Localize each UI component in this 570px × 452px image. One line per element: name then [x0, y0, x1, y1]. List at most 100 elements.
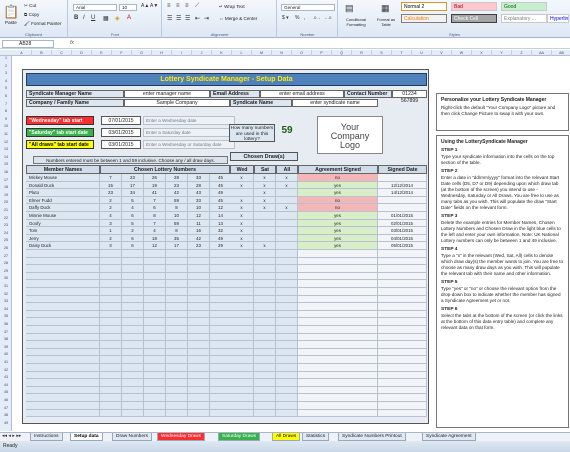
- number-cell[interactable]: [100, 348, 122, 357]
- agreement-cell[interactable]: yes: [298, 189, 378, 197]
- row-header[interactable]: 42: [0, 368, 12, 372]
- worksheet[interactable]: Lottery Syndicate Manager - Setup Data S…: [12, 56, 570, 431]
- wed-cell[interactable]: [230, 348, 254, 357]
- number-cell[interactable]: [188, 371, 210, 380]
- number-cell[interactable]: [166, 356, 188, 364]
- number-cell[interactable]: 10: [166, 212, 188, 220]
- sat-cell[interactable]: [254, 303, 276, 311]
- sat-cell[interactable]: [254, 265, 276, 273]
- tab-setup-data[interactable]: Setup data: [70, 433, 103, 441]
- wrap-text-button[interactable]: ↵ Wrap Text: [219, 4, 245, 10]
- paste-icon[interactable]: 📋: [3, 4, 19, 20]
- row-header[interactable]: 45: [0, 390, 12, 394]
- cell-style-6[interactable]: Hyperlin: [547, 14, 569, 23]
- wed-cell[interactable]: [230, 394, 254, 402]
- member-name-cell[interactable]: Jerry: [26, 234, 100, 243]
- align-left-icon[interactable]: ☰: [167, 15, 172, 22]
- row-header[interactable]: 48: [0, 413, 12, 417]
- member-name-cell[interactable]: Minnie Mouse: [26, 212, 100, 220]
- cut-button[interactable]: ✂ Cut: [24, 3, 36, 9]
- number-cell[interactable]: [210, 364, 232, 372]
- number-cell[interactable]: 45: [210, 174, 232, 182]
- sat-cell[interactable]: [254, 356, 276, 364]
- row-header[interactable]: 5: [0, 86, 12, 90]
- member-name-cell[interactable]: [26, 318, 100, 326]
- all-cell[interactable]: [276, 303, 298, 311]
- sat-cell[interactable]: [254, 371, 276, 380]
- row-header[interactable]: 34: [0, 307, 12, 311]
- number-cell[interactable]: [188, 386, 210, 395]
- wed-cell[interactable]: [230, 379, 254, 387]
- number-cell[interactable]: [188, 348, 210, 357]
- all-cell[interactable]: [276, 227, 298, 235]
- row-header[interactable]: 29: [0, 269, 12, 273]
- all-cell[interactable]: x: [276, 174, 298, 182]
- number-cell[interactable]: 3: [100, 219, 122, 228]
- borders-icon[interactable]: ▦: [103, 15, 109, 22]
- number-cell[interactable]: [166, 348, 188, 357]
- number-cell[interactable]: 6: [122, 234, 144, 243]
- number-cell[interactable]: 8: [166, 227, 188, 235]
- number-cell[interactable]: 29: [210, 242, 232, 250]
- row-header[interactable]: 24: [0, 231, 12, 235]
- orientation-icon[interactable]: ⟋: [195, 3, 199, 10]
- number-cell[interactable]: [166, 386, 188, 395]
- number-cell[interactable]: [122, 265, 144, 273]
- number-cell[interactable]: 6: [144, 204, 166, 212]
- row-header[interactable]: 39: [0, 345, 12, 349]
- number-cell[interactable]: 17: [166, 242, 188, 250]
- number-cell[interactable]: [166, 280, 188, 288]
- sat-cell[interactable]: x: [254, 189, 276, 197]
- agreement-cell[interactable]: [298, 295, 378, 304]
- member-name-cell[interactable]: Daisy Duck: [26, 242, 100, 250]
- number-cell[interactable]: [166, 341, 188, 349]
- number-cell[interactable]: [166, 250, 188, 258]
- all-cell[interactable]: [276, 272, 298, 281]
- number-cell[interactable]: 35: [166, 234, 188, 243]
- number-cell[interactable]: [122, 341, 144, 349]
- member-name-cell[interactable]: [26, 364, 100, 372]
- wed-cell[interactable]: [230, 257, 254, 266]
- member-name-cell[interactable]: [26, 295, 100, 304]
- all-cell[interactable]: [276, 318, 298, 326]
- paste-button[interactable]: Paste: [5, 20, 17, 25]
- sat-cell[interactable]: [254, 234, 276, 243]
- number-cell[interactable]: [166, 379, 188, 387]
- signed-date-cell[interactable]: [378, 371, 427, 380]
- number-cell[interactable]: [100, 402, 122, 410]
- agreement-cell[interactable]: [298, 318, 378, 326]
- wed-cell[interactable]: [230, 371, 254, 380]
- cell-style-1[interactable]: Bad: [451, 2, 497, 11]
- signed-date-cell[interactable]: [378, 280, 427, 288]
- number-cell[interactable]: 12: [144, 242, 166, 250]
- number-cell[interactable]: [144, 288, 166, 296]
- number-cell[interactable]: [144, 364, 166, 372]
- number-cell[interactable]: 59: [166, 196, 188, 205]
- syndicate-name-field[interactable]: enter syndicate name: [292, 99, 378, 107]
- member-name-cell[interactable]: Pluto: [26, 189, 100, 197]
- number-cell[interactable]: [210, 303, 232, 311]
- wed-cell[interactable]: x: [230, 196, 254, 205]
- number-cell[interactable]: [166, 333, 188, 342]
- sat-cell[interactable]: [254, 333, 276, 342]
- tab-syndicate-numbers-printout[interactable]: Syndicate Numbers Printout: [338, 433, 406, 441]
- signed-date-cell[interactable]: [378, 303, 427, 311]
- agreement-cell[interactable]: [298, 333, 378, 342]
- sat-cell[interactable]: [254, 386, 276, 395]
- row-header[interactable]: 17: [0, 178, 12, 182]
- decrease-decimal-icon[interactable]: ←.0: [324, 15, 331, 20]
- number-cell[interactable]: [166, 371, 188, 380]
- signed-date-cell[interactable]: 04/01/2015: [378, 234, 427, 243]
- font-color-icon[interactable]: A: [127, 15, 131, 21]
- number-cell[interactable]: 49: [210, 189, 232, 197]
- manager-name-field[interactable]: enter manager name: [124, 90, 210, 98]
- signed-date-cell[interactable]: [378, 394, 427, 402]
- row-header[interactable]: 47: [0, 406, 12, 410]
- format-as-table-icon[interactable]: ▦: [381, 3, 390, 14]
- number-cell[interactable]: [210, 409, 232, 418]
- signed-date-cell[interactable]: [378, 272, 427, 281]
- number-cell[interactable]: 49: [210, 234, 232, 243]
- all-cell[interactable]: [276, 326, 298, 334]
- number-cell[interactable]: [166, 364, 188, 372]
- signed-date-cell[interactable]: [378, 310, 427, 319]
